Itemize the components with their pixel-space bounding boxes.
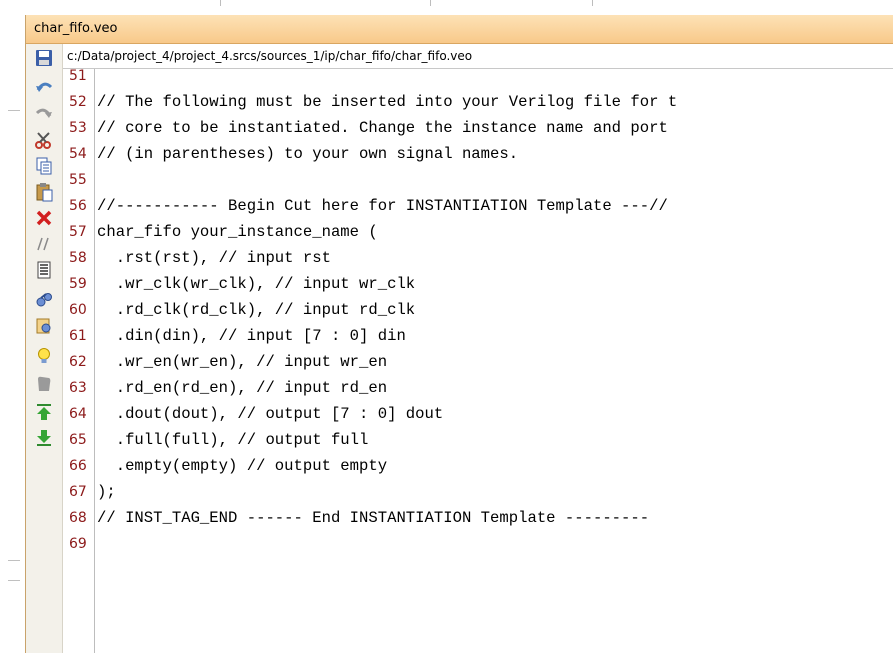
- bulb-icon[interactable]: [34, 346, 54, 366]
- line-text: // The following must be inserted into y…: [97, 93, 678, 111]
- line-text: .wr_clk(wr_clk), // input wr_clk: [97, 275, 416, 293]
- code-line: 62 .wr_en(wr_en), // input wr_en: [63, 349, 893, 375]
- code-line: 66 .empty(empty) // output empty: [63, 453, 893, 479]
- line-number: 51: [69, 69, 87, 84]
- line-number: 69: [69, 536, 87, 552]
- line-number: 64: [69, 406, 87, 422]
- code-editor[interactable]: 51 52 // The following must be inserted …: [63, 69, 893, 653]
- line-text: .rd_clk(rd_clk), // input rd_clk: [97, 301, 416, 319]
- code-line: 67 );: [63, 479, 893, 505]
- comment-icon[interactable]: [34, 234, 54, 254]
- line-text: .rd_en(rd_en), // input rd_en: [97, 379, 388, 397]
- line-text: .full(full), // output full: [97, 431, 369, 449]
- line-number: 58: [69, 250, 87, 266]
- line-number: 65: [69, 432, 87, 448]
- line-number: 59: [69, 276, 87, 292]
- code-line: 56 //----------- Begin Cut here for INST…: [63, 193, 893, 219]
- code-line: 52 // The following must be inserted int…: [63, 89, 893, 115]
- code-line: 63 .rd_en(rd_en), // input rd_en: [63, 375, 893, 401]
- gutter-tick: [8, 560, 20, 561]
- text-editor-panel: char_fifo.veo c:/Data/project_4/project_…: [25, 15, 893, 653]
- editor-window: char_fifo.veo c:/Data/project_4/project_…: [0, 0, 893, 653]
- cut-icon[interactable]: [34, 130, 54, 150]
- line-text: // core to be instantiated. Change the i…: [97, 119, 668, 137]
- redo-icon[interactable]: [34, 104, 54, 124]
- paste-icon[interactable]: [34, 182, 54, 202]
- line-number: 66: [69, 458, 87, 474]
- line-text: .din(din), // input [7 : 0] din: [97, 327, 406, 345]
- line-text: );: [97, 483, 116, 501]
- indent-up-icon[interactable]: [34, 402, 54, 422]
- copy-icon[interactable]: [34, 156, 54, 176]
- code-line: 54 // (in parentheses) to your own signa…: [63, 141, 893, 167]
- code-line: 69: [63, 531, 893, 557]
- code-line: 51: [63, 69, 893, 89]
- line-text: .wr_en(wr_en), // input wr_en: [97, 353, 388, 371]
- line-number: 67: [69, 484, 87, 500]
- line-number: 52: [69, 94, 87, 110]
- gutter-tick: [8, 110, 20, 111]
- insert-template-icon[interactable]: [34, 260, 54, 280]
- line-number: 53: [69, 120, 87, 136]
- code-line: 59 .wr_clk(wr_clk), // input wr_clk: [63, 271, 893, 297]
- line-number: 68: [69, 510, 87, 526]
- line-text: .empty(empty) // output empty: [97, 457, 388, 475]
- code-line: 68 // INST_TAG_END ------ End INSTANTIAT…: [63, 505, 893, 531]
- top-divider: [220, 0, 221, 6]
- line-number: 61: [69, 328, 87, 344]
- code-line: 61 .din(din), // input [7 : 0] din: [63, 323, 893, 349]
- gutter-tick: [8, 580, 20, 581]
- undo-icon[interactable]: [34, 78, 54, 98]
- line-text: char_fifo your_instance_name (: [97, 223, 378, 241]
- line-number: 60: [69, 302, 87, 318]
- top-divider: [430, 0, 431, 6]
- line-number: 55: [69, 172, 87, 188]
- code-line: 57 char_fifo your_instance_name (: [63, 219, 893, 245]
- line-text: // INST_TAG_END ------ End INSTANTIATION…: [97, 509, 650, 527]
- editor-tab[interactable]: char_fifo.veo: [26, 15, 893, 44]
- line-text: // (in parentheses) to your own signal n…: [97, 145, 519, 163]
- line-number: 54: [69, 146, 87, 162]
- editor-toolbar: [26, 44, 63, 653]
- file-path-bar: c:/Data/project_4/project_4.srcs/sources…: [63, 44, 893, 69]
- outer-left-gutter: [0, 15, 25, 653]
- find-icon[interactable]: [34, 290, 54, 310]
- delete-icon[interactable]: [34, 208, 54, 228]
- line-text: //----------- Begin Cut here for INSTANT…: [97, 197, 668, 215]
- find-in-files-icon[interactable]: [34, 316, 54, 336]
- code-line: 65 .full(full), // output full: [63, 427, 893, 453]
- line-text: .dout(dout), // output [7 : 0] dout: [97, 405, 444, 423]
- file-path: c:/Data/project_4/project_4.srcs/sources…: [67, 49, 473, 63]
- bookmark-icon[interactable]: [34, 374, 54, 394]
- indent-down-icon[interactable]: [34, 428, 54, 448]
- line-number: 63: [69, 380, 87, 396]
- code-line: 55: [63, 167, 893, 193]
- line-number: 62: [69, 354, 87, 370]
- code-line: 64 .dout(dout), // output [7 : 0] dout: [63, 401, 893, 427]
- top-strip: [0, 0, 893, 16]
- line-number: 56: [69, 198, 87, 214]
- code-line: 53 // core to be instantiated. Change th…: [63, 115, 893, 141]
- tab-title: char_fifo.veo: [34, 21, 118, 36]
- line-number: 57: [69, 224, 87, 240]
- code-line: 60 .rd_clk(rd_clk), // input rd_clk: [63, 297, 893, 323]
- save-icon[interactable]: [34, 48, 54, 68]
- top-divider: [592, 0, 593, 6]
- line-text: .rst(rst), // input rst: [97, 249, 331, 267]
- code-line: 58 .rst(rst), // input rst: [63, 245, 893, 271]
